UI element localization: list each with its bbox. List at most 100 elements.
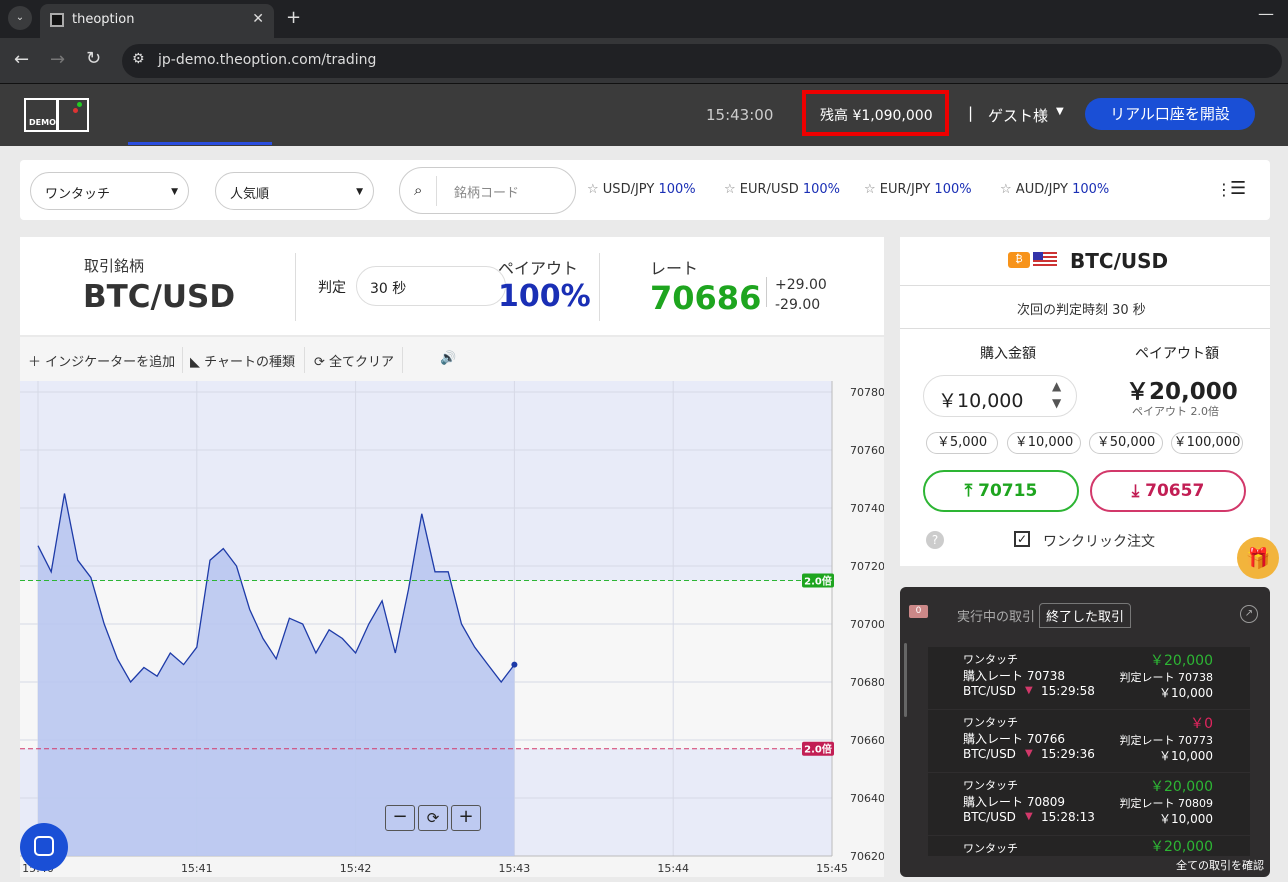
sort-select[interactable]: 人気順 ▼ xyxy=(215,172,374,210)
search-placeholder[interactable]: 銘柄コード xyxy=(454,182,519,201)
amount-chip[interactable]: ￥100,000 xyxy=(1171,432,1243,454)
logo-dot-green xyxy=(77,102,82,107)
amount-stepper[interactable]: ￥10,000 ▲ ▼ xyxy=(923,375,1077,417)
zoom-out-button[interactable]: − xyxy=(385,805,415,831)
new-tab-icon[interactable]: + xyxy=(286,7,301,28)
bitcoin-flag-icon: ₿ xyxy=(1008,252,1030,268)
user-dropdown-icon[interactable]: ▼ xyxy=(1056,106,1064,117)
chart-type-icon: ◣ xyxy=(190,355,200,370)
trade-item[interactable]: ワンタッチ 購入レート 70809 BTC/USD ▼ 15:28:13 ￥20… xyxy=(928,773,1250,835)
separator: | xyxy=(968,104,974,122)
favorite-pair-payout: 100% xyxy=(802,182,841,197)
site-info-icon[interactable]: ⚙ xyxy=(132,51,145,67)
up-arrow-icon: ⤒ xyxy=(964,481,973,501)
favorite-pair-payout: 100% xyxy=(658,182,696,197)
tab-list-dropdown-icon[interactable]: ⌄ xyxy=(8,6,32,30)
trade-type: ワンタッチ xyxy=(963,779,1018,792)
chevron-down-icon: ▼ xyxy=(356,187,363,197)
y-tick-label: 70760 xyxy=(850,444,884,457)
clear-all-button[interactable]: ⟳ 全てクリア xyxy=(314,351,394,370)
forward-icon[interactable]: → xyxy=(50,49,65,70)
zoom-in-button[interactable]: + xyxy=(451,805,481,831)
x-tick-label: 15:42 xyxy=(340,862,372,875)
tab-close-icon[interactable]: ✕ xyxy=(252,11,264,27)
increase-icon[interactable]: ▲ xyxy=(1052,379,1061,393)
x-tick-label: 15:43 xyxy=(499,862,531,875)
star-icon[interactable]: ☆ xyxy=(864,182,876,197)
favorite-pair[interactable]: ☆ AUD/JPY 100% xyxy=(1000,182,1109,197)
purchase-amount-label: 購入金額 xyxy=(980,346,1036,362)
buy-down-button[interactable]: ⤓ 70657 xyxy=(1090,470,1246,512)
judge-time-select[interactable]: 30 秒 xyxy=(356,266,506,306)
url-field[interactable]: ⚙ jp-demo.theoption.com/trading xyxy=(122,44,1282,78)
chart-type-button[interactable]: ◣ チャートの種類 xyxy=(190,351,295,370)
sound-icon[interactable]: 🔊 xyxy=(440,351,456,366)
trade-amount: ￥10,000 xyxy=(1159,686,1213,700)
y-tick-label: 70780 xyxy=(850,386,884,399)
divider xyxy=(182,347,183,373)
divider xyxy=(766,277,767,307)
external-link-icon[interactable]: ↗ xyxy=(1240,605,1258,623)
gift-icon[interactable]: 🎁 xyxy=(1237,537,1279,579)
trade-item[interactable]: ワンタッチ ￥20,000 xyxy=(928,836,1250,856)
star-icon[interactable]: ☆ xyxy=(587,182,599,197)
menu-icon[interactable]: ☰ xyxy=(1230,178,1246,199)
search-box[interactable]: ⌕ 銘柄コード xyxy=(399,167,576,214)
minimize-icon[interactable]: — xyxy=(1258,4,1274,23)
y-tick-label: 70680 xyxy=(850,676,884,689)
help-icon[interactable]: ? xyxy=(926,531,944,549)
reload-icon[interactable]: ↻ xyxy=(86,48,101,69)
chat-icon xyxy=(34,836,54,856)
star-icon[interactable]: ☆ xyxy=(724,182,736,197)
url-text: jp-demo.theoption.com/trading xyxy=(158,52,377,68)
trade-pair: BTC/USD xyxy=(963,684,1016,698)
payout-amount-value: ￥20,000 xyxy=(1126,379,1238,405)
chevron-down-icon: ▼ xyxy=(171,187,178,197)
trade-type-select[interactable]: ワンタッチ ▼ xyxy=(30,172,189,210)
balance-text: 残高 ¥1,090,000 xyxy=(820,108,933,124)
user-menu[interactable]: ゲスト様 xyxy=(988,105,1048,126)
upper-target-label: 2.0倍 xyxy=(804,575,832,588)
amount-value: ￥10,000 xyxy=(938,390,1024,412)
star-icon[interactable]: ☆ xyxy=(1000,182,1012,197)
favorite-pair-name: AUD/JPY xyxy=(1015,182,1068,197)
demo-logo[interactable]: DEMO xyxy=(24,98,89,132)
y-tick-label: 70740 xyxy=(850,502,884,515)
scrollbar[interactable] xyxy=(904,643,907,717)
active-nav-underline xyxy=(128,142,272,145)
y-tick-label: 70720 xyxy=(850,560,884,573)
trades-panel: 0 実行中の取引 終了した取引 ↗ ワンタッチ 購入レート 70738 BTC/… xyxy=(900,587,1270,877)
open-real-account-button[interactable]: リアル口座を開設 xyxy=(1085,98,1255,130)
trade-item[interactable]: ワンタッチ 購入レート 70738 BTC/USD ▼ 15:29:58 ￥20… xyxy=(928,647,1250,709)
trade-result: ￥20,000 xyxy=(1150,779,1213,795)
y-tick-label: 70660 xyxy=(850,734,884,747)
decrease-icon[interactable]: ▼ xyxy=(1052,396,1061,410)
amount-chip[interactable]: ￥50,000 xyxy=(1089,432,1163,454)
view-all-trades-link[interactable]: 全ての取引を確認 xyxy=(1176,857,1264,873)
site-header: DEMO 15:43:00 残高 ¥1,090,000 | ゲスト様 ▼ リアル… xyxy=(0,84,1288,146)
trade-type: ワンタッチ xyxy=(963,716,1018,729)
logo-text: DEMO xyxy=(29,118,56,127)
back-icon[interactable]: ← xyxy=(14,49,29,70)
zoom-reset-button[interactable]: ⟳ xyxy=(418,805,448,831)
one-click-checkbox[interactable]: ✓ xyxy=(1014,531,1030,547)
tab-closed-trades[interactable]: 終了した取引 xyxy=(1039,603,1132,628)
favorite-pair[interactable]: ☆ EUR/JPY 100% xyxy=(864,182,972,197)
amount-chip[interactable]: ￥5,000 xyxy=(926,432,998,454)
add-indicator-button[interactable]: ＋ インジケーターを追加 xyxy=(28,351,175,370)
tab-title: theoption xyxy=(72,12,135,27)
trade-item[interactable]: ワンタッチ 購入レート 70766 BTC/USD ▼ 15:29:36 ￥0 … xyxy=(928,710,1250,772)
down-triangle-icon: ▼ xyxy=(1025,748,1033,759)
favorite-pair[interactable]: ☆ USD/JPY 100% xyxy=(587,182,696,197)
browser-tab[interactable]: theoption ✕ xyxy=(40,4,274,38)
rate-value: 70686 xyxy=(650,279,762,317)
tab-active-trades[interactable]: 実行中の取引 xyxy=(957,606,1035,625)
y-tick-label: 70640 xyxy=(850,792,884,805)
instrument-label: 取引銘柄 xyxy=(84,257,145,275)
price-chart[interactable]: 70780 70760 70740 70720 70700 70680 70660 70640… xyxy=(20,381,884,877)
favorite-pair[interactable]: ☆ EUR/USD 100% xyxy=(724,182,840,197)
amount-chip[interactable]: ￥10,000 xyxy=(1007,432,1081,454)
chat-button[interactable] xyxy=(20,823,68,871)
buy-up-button[interactable]: ⤒ 70715 xyxy=(923,470,1079,512)
up-rate: 70715 xyxy=(978,481,1038,501)
